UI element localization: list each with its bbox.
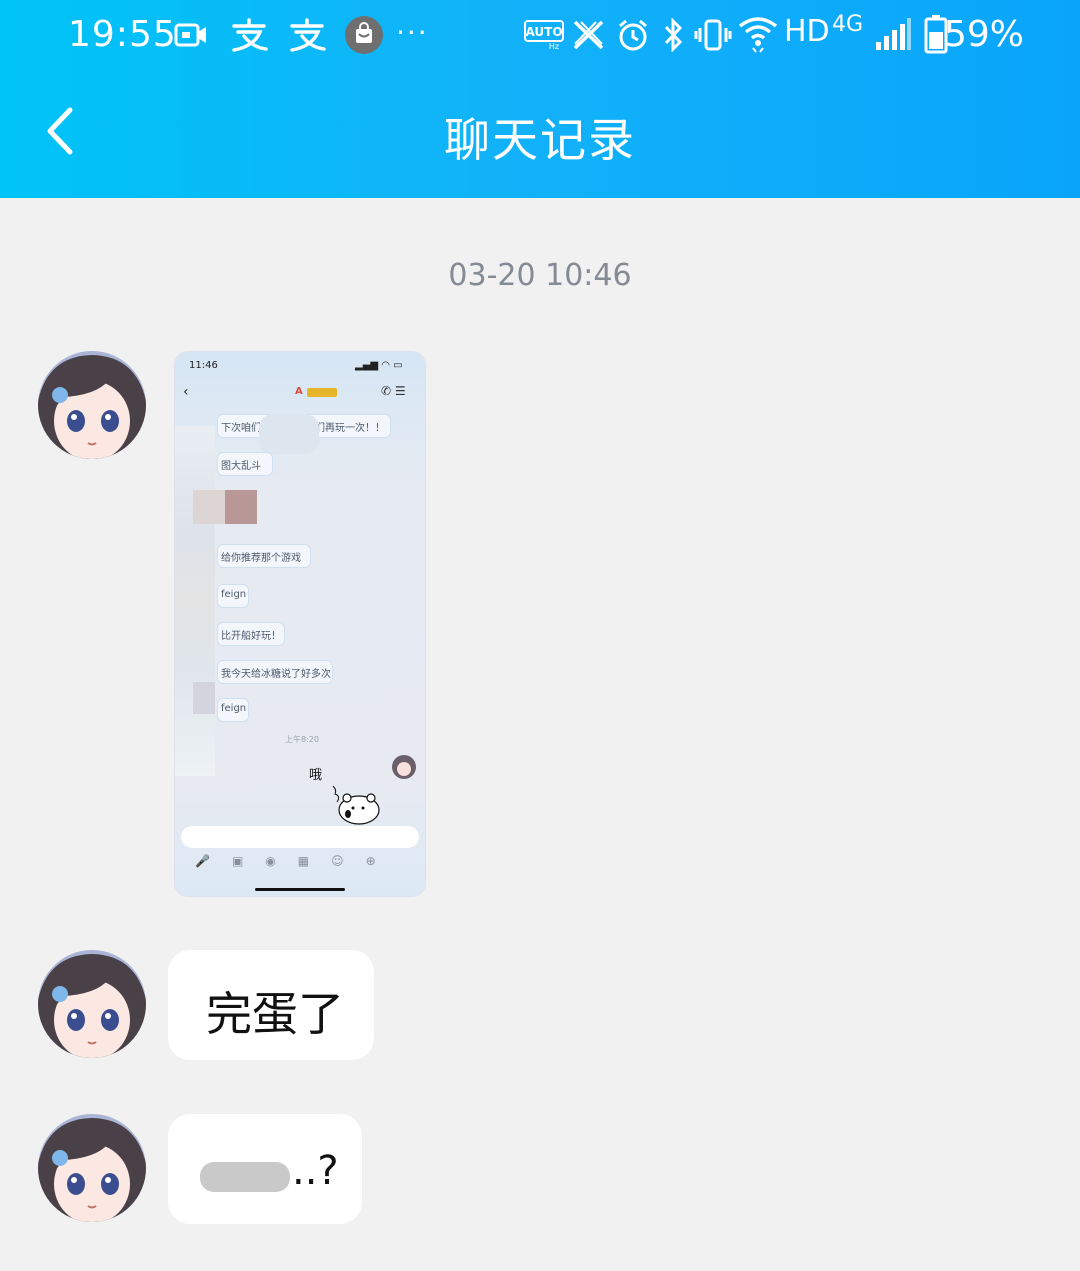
alarm-icon [619,19,647,51]
anime-girl-avatar-image [38,351,146,459]
battery-percent: 59% [943,14,1024,55]
message-timestamp: 03-20 10:46 [448,258,632,293]
blurred-text [200,1162,290,1192]
screenshot-contact-name: A [295,386,303,397]
message-text: ..? [292,1148,339,1194]
blur-mosaic [259,414,319,454]
blur-mosaic [193,490,225,524]
network-4g-label: 4G [832,12,864,37]
image-message-screenshot[interactable]: 11:46 ▂▄▆ ◠ ▭ ‹ A ✆ ☰ 下次咱们 们再玩一次！！ 图大乱斗 … [174,351,426,897]
screenshot-line: 给你推荐那个游戏 [221,553,301,564]
bluetooth-icon [664,18,683,52]
page-title: 聊天记录 [444,113,636,167]
blur-mosaic [225,490,257,524]
avatar[interactable] [38,950,146,1058]
screenshot-line: feign [221,589,247,600]
shopping-bag-icon [345,16,383,54]
screenshot-call-icon: ✆ ☰ [381,384,406,398]
screenshot-back-icon: ‹ [183,384,189,400]
avatar[interactable] [38,351,146,459]
more-dots-icon: ··· [396,16,429,49]
screenshot-input-bar [181,826,419,848]
blur-mosaic [175,426,215,776]
screenshot-status-icons: ▂▄▆ ◠ ▭ [355,360,403,371]
anime-girl-avatar-image [38,950,146,1058]
screenshot-toolbar-icons: 🎤▣◉▦☺⊕ [195,854,398,868]
network-hd-label: HD [784,14,830,49]
vibrate-icon [694,19,732,51]
wifi-icon [738,17,778,53]
anime-girl-avatar-image [38,1114,146,1222]
message-text: 完蛋了 [206,987,344,1041]
screenshot-home-indicator [255,888,345,891]
header-bar: 19:55 ··· AUTO Hz HD 4G 59% 聊天记录 [0,0,1080,198]
auto-hz-icon: AUTO Hz [524,20,564,50]
screenshot-avatar-icon [392,755,416,779]
signal-icon [876,18,911,50]
text-message-bubble[interactable]: ..? [168,1114,362,1224]
screenshot-line: 下次咱们 [221,423,261,434]
bear-sticker-icon [332,785,380,825]
screenshot-inner-time: 上午8:20 [285,735,319,744]
status-bar: 19:55 ··· AUTO Hz HD 4G 59% [0,0,1080,72]
avatar[interactable] [38,1114,146,1222]
screenshot-line: 图大乱斗 [221,461,261,472]
screenshot-line: feign [221,703,247,714]
video-icon [174,23,206,47]
svg-text:Hz: Hz [549,42,559,50]
alipay-icon [232,18,268,52]
sticker-text: 哦 [309,768,323,783]
svg-text:AUTO: AUTO [525,25,562,39]
alipay-icon [290,18,326,52]
status-time: 19:55 [68,14,177,55]
screenshot-line: 比开船好玩！ [221,631,281,642]
screenshot-line: 我今天给冰糖说了好多次 [221,669,331,680]
text-message-bubble[interactable]: 完蛋了 [168,950,374,1060]
vip-badge-icon [307,388,337,397]
blur-mosaic [193,682,215,714]
screenshot-time: 11:46 [189,360,218,371]
x-icon [573,20,604,50]
screenshot-line: 们再玩一次！！ [315,423,385,434]
